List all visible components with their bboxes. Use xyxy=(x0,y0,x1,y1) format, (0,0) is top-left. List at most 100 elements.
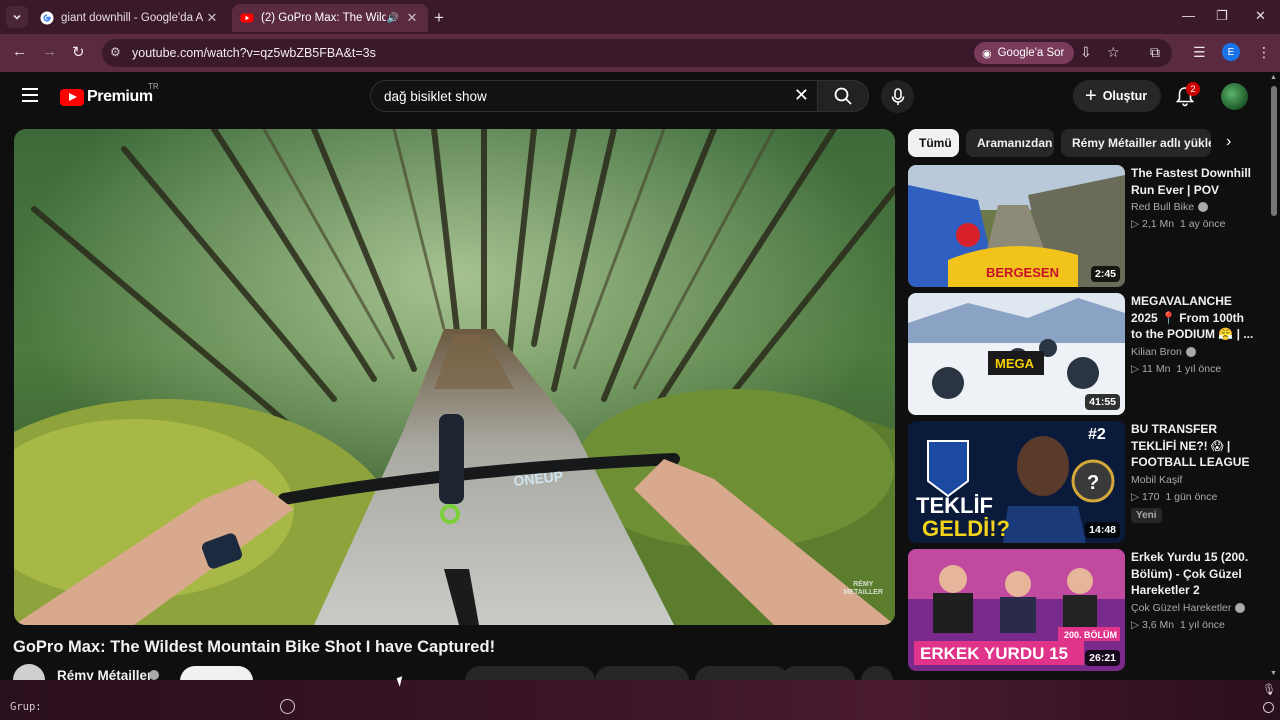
recommendation-item[interactable]: BERGESEN 2:45 The Fastest Downhill Run E… xyxy=(908,165,1258,289)
ask-google-button[interactable]: ◉ Google'a Sor xyxy=(974,42,1075,64)
recommendation-item[interactable]: ? #2 TEKLİF GELDİ!? 14:48 BU TRANSFER TE… xyxy=(908,421,1258,545)
views: 2,1 Mn xyxy=(1142,218,1175,230)
share-button[interactable] xyxy=(595,666,689,680)
svg-text:200. BÖLÜM: 200. BÖLÜM xyxy=(1064,630,1117,640)
group-label: Grup: xyxy=(10,701,42,713)
search-button[interactable] xyxy=(817,80,869,112)
age: 1 yıl önce xyxy=(1179,618,1225,631)
search-query[interactable]: dağ bisiklet show xyxy=(384,89,487,104)
video-thumbnail[interactable]: ? #2 TEKLİF GELDİ!? 14:48 xyxy=(908,421,1125,543)
channel-name[interactable]: Rémy Métailler xyxy=(57,668,152,680)
video-title[interactable]: The Fastest Downhill Run Ever | POV xyxy=(1131,165,1256,198)
media-controls-icon[interactable]: ☰ xyxy=(1193,44,1206,61)
video-thumbnail[interactable]: BERGESEN 2:45 xyxy=(908,165,1125,287)
views: 170 xyxy=(1142,491,1160,503)
microphone-icon[interactable]: 🎙 xyxy=(1262,683,1276,696)
video-player[interactable]: ONEUP RÉMY METAILLER xyxy=(14,129,895,625)
tab-youtube-video[interactable]: (2) GoPro Max: The Wildest 🔊 ✕ xyxy=(232,4,428,32)
video-title[interactable]: BU TRANSFER TEKLİFİ NE?! 😱 | FOOTBALL LE… xyxy=(1131,421,1256,471)
video-thumbnail[interactable]: MEGA 41:55 xyxy=(908,293,1125,415)
views: 3,6 Mn xyxy=(1142,618,1175,631)
browser-toolbar: ← → ↻ ⚙ youtube.com/watch?v=qz5wbZB5FBA&… xyxy=(0,34,1280,72)
video-thumbnail[interactable]: 200. BÖLÜM ERKEK YURDU 15 26:21 xyxy=(908,549,1125,671)
like-dislike-button[interactable] xyxy=(465,666,595,680)
window-close-icon[interactable]: ✕ xyxy=(1255,8,1266,24)
more-actions-button[interactable] xyxy=(861,666,893,680)
speaker-icon[interactable]: 🔊 xyxy=(386,13,400,24)
extensions-icon[interactable]: ⧉ xyxy=(1150,44,1160,61)
video-title[interactable]: Erkek Yurdu 15 (200. Bölüm) - Çok Güzel … xyxy=(1131,549,1256,599)
close-tab-icon[interactable]: ✕ xyxy=(204,10,220,26)
create-button[interactable]: + Oluştur xyxy=(1073,80,1162,112)
settings-ring-icon[interactable] xyxy=(1263,702,1274,713)
bookmark-star-icon[interactable]: ☆ xyxy=(1107,44,1120,61)
search-input[interactable]: dağ bisiklet show ✕ xyxy=(370,80,818,112)
chip-all[interactable]: Tümü xyxy=(908,129,959,157)
minimize-icon[interactable]: — xyxy=(1182,8,1195,23)
scrollbar-thumb[interactable] xyxy=(1271,86,1277,216)
tab-search-button[interactable] xyxy=(6,6,28,28)
video-title[interactable]: MEGAVALANCHE 2025 📍 From 100th to the PO… xyxy=(1131,293,1256,343)
install-app-icon[interactable]: ⇩ xyxy=(1080,44,1092,61)
youtube-icon xyxy=(240,13,254,23)
tab-title: giant downhill - Google'da Ara xyxy=(61,12,204,24)
site-info-icon[interactable]: ⚙ xyxy=(110,45,121,59)
hamburger-menu-icon[interactable] xyxy=(22,88,38,102)
svg-text:#2: #2 xyxy=(1088,426,1106,443)
chip-uploader[interactable]: Rémy Métailler adlı yükleyici xyxy=(1061,129,1211,157)
youtube-header: Premium TR dağ bisiklet show ✕ + Oluştur… xyxy=(0,72,1268,122)
clear-search-icon[interactable]: ✕ xyxy=(794,85,809,106)
scroll-down-arrow-icon[interactable]: ▼ xyxy=(1270,670,1277,677)
create-label: Oluştur xyxy=(1102,89,1148,103)
account-avatar[interactable] xyxy=(1221,83,1248,110)
channel-row: Rémy Métailler xyxy=(13,664,895,680)
video-duration: 14:48 xyxy=(1085,522,1120,538)
youtube-logo[interactable]: Premium TR xyxy=(60,82,159,106)
chevron-right-icon[interactable]: › xyxy=(1226,133,1231,151)
browser-tab-strip: giant downhill - Google'da Ara ✕ (2) GoP… xyxy=(0,0,1280,34)
views: 11 Mn xyxy=(1142,362,1171,375)
menu-kebab-icon[interactable]: ⋮ xyxy=(1257,44,1271,61)
url-text[interactable]: youtube.com/watch?v=qz5wbZB5FBA&t=3s xyxy=(132,46,376,60)
age: 1 gün önce xyxy=(1165,491,1218,503)
filter-chips: Tümü Aramanızdan Rémy Métailler adlı yük… xyxy=(908,129,1248,157)
new-tab-button[interactable]: + xyxy=(434,8,444,28)
verified-icon xyxy=(1235,602,1246,613)
verified-icon xyxy=(149,670,159,680)
recommendation-item[interactable]: MEGA 41:55 MEGAVALANCHE 2025 📍 From 100t… xyxy=(908,293,1258,417)
channel-name[interactable]: Çok Güzel Hareketler xyxy=(1131,602,1231,614)
video-duration: 2:45 xyxy=(1090,266,1120,282)
channel-line: Çok Güzel Hareketler xyxy=(1131,602,1256,614)
channel-name[interactable]: Red Bull Bike xyxy=(1131,201,1194,213)
channel-name[interactable]: Kilian Bron xyxy=(1131,346,1182,358)
youtube-play-icon xyxy=(60,88,84,106)
video-duration: 26:21 xyxy=(1085,650,1120,666)
voice-search-button[interactable] xyxy=(881,80,914,113)
forward-arrow-icon[interactable]: → xyxy=(42,43,57,60)
chip-from-search[interactable]: Aramanızdan xyxy=(966,129,1054,157)
restore-icon[interactable]: ❐ xyxy=(1216,8,1228,24)
profile-avatar[interactable]: E xyxy=(1222,43,1240,61)
download-button[interactable] xyxy=(781,666,855,680)
channel-name[interactable]: Mobil Kaşif xyxy=(1131,474,1182,486)
group-icon[interactable] xyxy=(280,699,295,714)
channel-line: Kilian Bron xyxy=(1131,346,1256,358)
tab-google-search[interactable]: giant downhill - Google'da Ara ✕ xyxy=(32,4,228,32)
address-bar[interactable]: ⚙ youtube.com/watch?v=qz5wbZB5FBA&t=3s ◉… xyxy=(102,39,1172,67)
svg-text:?: ? xyxy=(1087,472,1099,494)
video-title: GoPro Max: The Wildest Mountain Bike Sho… xyxy=(13,638,496,656)
scroll-up-arrow-icon[interactable]: ▲ xyxy=(1270,74,1277,81)
close-tab-icon[interactable]: ✕ xyxy=(404,10,420,26)
video-meta: ▷ 2,1 Mn 1 ay önce xyxy=(1131,218,1226,230)
reload-icon[interactable]: ↻ xyxy=(72,43,85,61)
svg-text:ERKEK YURDU 15: ERKEK YURDU 15 xyxy=(920,644,1068,663)
page-scrollbar[interactable]: ▲ ▼ xyxy=(1268,72,1280,680)
watermark-logo: RÉMY METAILLER xyxy=(843,581,883,596)
channel-avatar[interactable] xyxy=(13,664,45,680)
save-button[interactable] xyxy=(695,666,789,680)
recommendation-item[interactable]: 200. BÖLÜM ERKEK YURDU 15 26:21 Erkek Yu… xyxy=(908,549,1258,673)
video-duration: 41:55 xyxy=(1085,394,1120,410)
video-meta: ▷ 170 1 gün önce xyxy=(1131,491,1218,503)
subscribe-button[interactable] xyxy=(180,666,253,680)
back-arrow-icon[interactable]: ← xyxy=(12,43,27,60)
